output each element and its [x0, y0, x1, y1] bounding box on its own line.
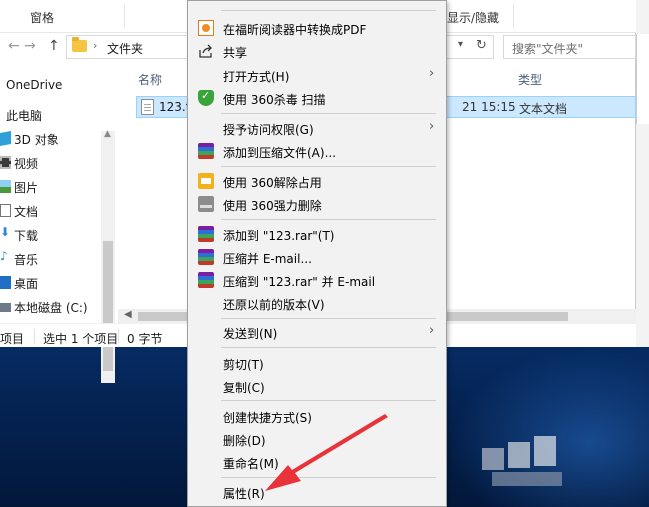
scroll-left-icon[interactable]: ◀ [124, 309, 132, 320]
chevron-right-icon: › [93, 39, 98, 52]
music-icon: ♪ [0, 249, 8, 263]
pdf-icon [198, 20, 214, 36]
menu-item-share[interactable]: 共享 [189, 40, 445, 62]
menu-item-convert-pdf[interactable]: 在福昕阅读器中转换成PDF [189, 17, 445, 39]
ribbon-showhide-label[interactable]: 显示/隐藏 [447, 9, 499, 26]
search-input[interactable]: 搜索"文件夹" [503, 35, 636, 59]
nav-item-label: 图片 [14, 181, 39, 195]
menu-item-restore-versions[interactable]: 还原以前的版本(V) [189, 292, 445, 314]
menu-item-label: 打开方式(H) [223, 70, 290, 84]
menu-item-label: 使用 360强力删除 [223, 199, 322, 213]
menu-item-label: 在福昕阅读器中转换成PDF [223, 23, 367, 37]
nav-item-this-pc[interactable]: 此电脑 [0, 104, 118, 126]
winrar-icon [198, 143, 214, 159]
file-name: 123.t [159, 100, 191, 114]
status-size: 0 字节 [127, 332, 163, 346]
desktop-icon [0, 276, 11, 289]
menu-item-label: 使用 360杀毒 扫描 [223, 93, 326, 107]
menu-item-label: 添加到压缩文件(A)... [223, 146, 337, 160]
menu-item-grant-access[interactable]: 授予访问权限(G) › [189, 117, 445, 139]
menu-item-label: 使用 360解除占用 [223, 176, 322, 190]
chevron-down-icon[interactable]: ▾ [458, 39, 463, 50]
refresh-icon[interactable]: ↻ [476, 38, 487, 53]
nav-item-label: OneDrive [6, 78, 63, 92]
menu-item-compress-rar-email[interactable]: 压缩到 "123.rar" 并 E-mail [189, 269, 445, 291]
menu-item-360-unlock[interactable]: 使用 360解除占用 [189, 170, 445, 192]
menu-item-label: 共享 [223, 46, 248, 60]
document-icon [0, 204, 11, 217]
menu-item-label: 剪切(T) [223, 358, 264, 372]
menu-item-360-delete[interactable]: 使用 360强力删除 [189, 193, 445, 215]
picture-icon [0, 180, 11, 193]
up-icon[interactable]: ↑ [48, 38, 60, 54]
red-arrow-annotation [265, 414, 388, 491]
search-placeholder: 搜索"文件夹" [512, 42, 584, 56]
file-type: 文本文档 [519, 102, 568, 116]
winrar-icon [198, 249, 214, 265]
drive-icon [0, 303, 11, 312]
menu-item-add-rar[interactable]: 添加到 "123.rar"(T) [189, 223, 445, 245]
address-bar[interactable]: › 文件夹 [66, 35, 188, 59]
menu-item-copy[interactable]: 复制(C) [189, 375, 445, 397]
nav-item-label: 本地磁盘 (C:) [14, 301, 88, 315]
shield-icon [198, 89, 214, 106]
ribbon-pane-label[interactable]: 窗格 [30, 9, 54, 26]
menu-item-compress-email[interactable]: 压缩并 E-mail... [189, 246, 445, 268]
cube-icon [0, 131, 11, 146]
unlock-icon [198, 173, 214, 189]
nav-item-label: 音乐 [14, 253, 39, 267]
menu-item-label: 还原以前的版本(V) [223, 298, 325, 312]
nav-item-label: 3D 对象 [14, 133, 59, 147]
nav-scroll-thumb[interactable] [103, 241, 113, 371]
chevron-right-icon: › [429, 66, 435, 81]
text-file-icon [141, 99, 154, 115]
winrar-icon [198, 226, 214, 242]
address-actions: ▾ ↻ [446, 35, 494, 59]
menu-item-label: 添加到 "123.rar"(T) [223, 229, 335, 243]
back-icon[interactable]: ← [8, 38, 20, 54]
scroll-up-icon[interactable]: ▲ [104, 129, 111, 139]
nav-item-label: 桌面 [14, 277, 39, 291]
share-icon [199, 44, 212, 58]
nav-item-label: 此电脑 [6, 109, 43, 123]
nav-item-onedrive[interactable]: OneDrive [0, 75, 118, 97]
address-path[interactable]: 文件夹 [107, 40, 143, 57]
navigation-pane: OneDrive 此电脑 3D 对象 视频 图片 文档 ⬇ 下载 ♪ 音乐 桌面… [0, 61, 118, 383]
status-items: 项目 [0, 332, 25, 346]
menu-item-open-with[interactable]: 打开方式(H) › [189, 64, 445, 86]
menu-item-label: 授予访问权限(G) [223, 123, 314, 137]
menu-item-label: 复制(C) [223, 381, 265, 395]
menu-item-send-to[interactable]: 发送到(N) › [189, 321, 445, 343]
download-icon: ⬇ [0, 225, 11, 239]
menu-item-360-scan[interactable]: 使用 360杀毒 扫描 [189, 87, 445, 109]
menu-item-add-archive[interactable]: 添加到压缩文件(A)... [189, 140, 445, 162]
forward-icon[interactable]: → [24, 38, 36, 54]
nav-item-label: 文档 [14, 205, 39, 219]
file-date: 21 15:15 [462, 100, 516, 114]
video-icon [0, 156, 11, 169]
menu-item-label: 压缩到 "123.rar" 并 E-mail [223, 275, 376, 289]
shredder-icon [198, 196, 214, 212]
column-name[interactable]: 名称 [138, 71, 162, 88]
menu-item-label: 发送到(N) [223, 327, 278, 341]
menu-item-label: 压缩并 E-mail... [223, 252, 312, 266]
background-window-edge [636, 0, 649, 347]
nav-item-label: 下载 [14, 229, 39, 243]
column-type[interactable]: 类型 [518, 71, 542, 88]
chevron-right-icon: › [429, 119, 435, 134]
chevron-right-icon: › [429, 323, 435, 338]
folder-icon [72, 37, 87, 52]
menu-item-cut[interactable]: 剪切(T) [189, 352, 445, 374]
blurred-desktop-icon [482, 436, 562, 486]
nav-item-label: 视频 [14, 157, 39, 171]
winrar-icon [198, 272, 214, 288]
status-selected: 选中 1 个项目 [43, 332, 119, 346]
